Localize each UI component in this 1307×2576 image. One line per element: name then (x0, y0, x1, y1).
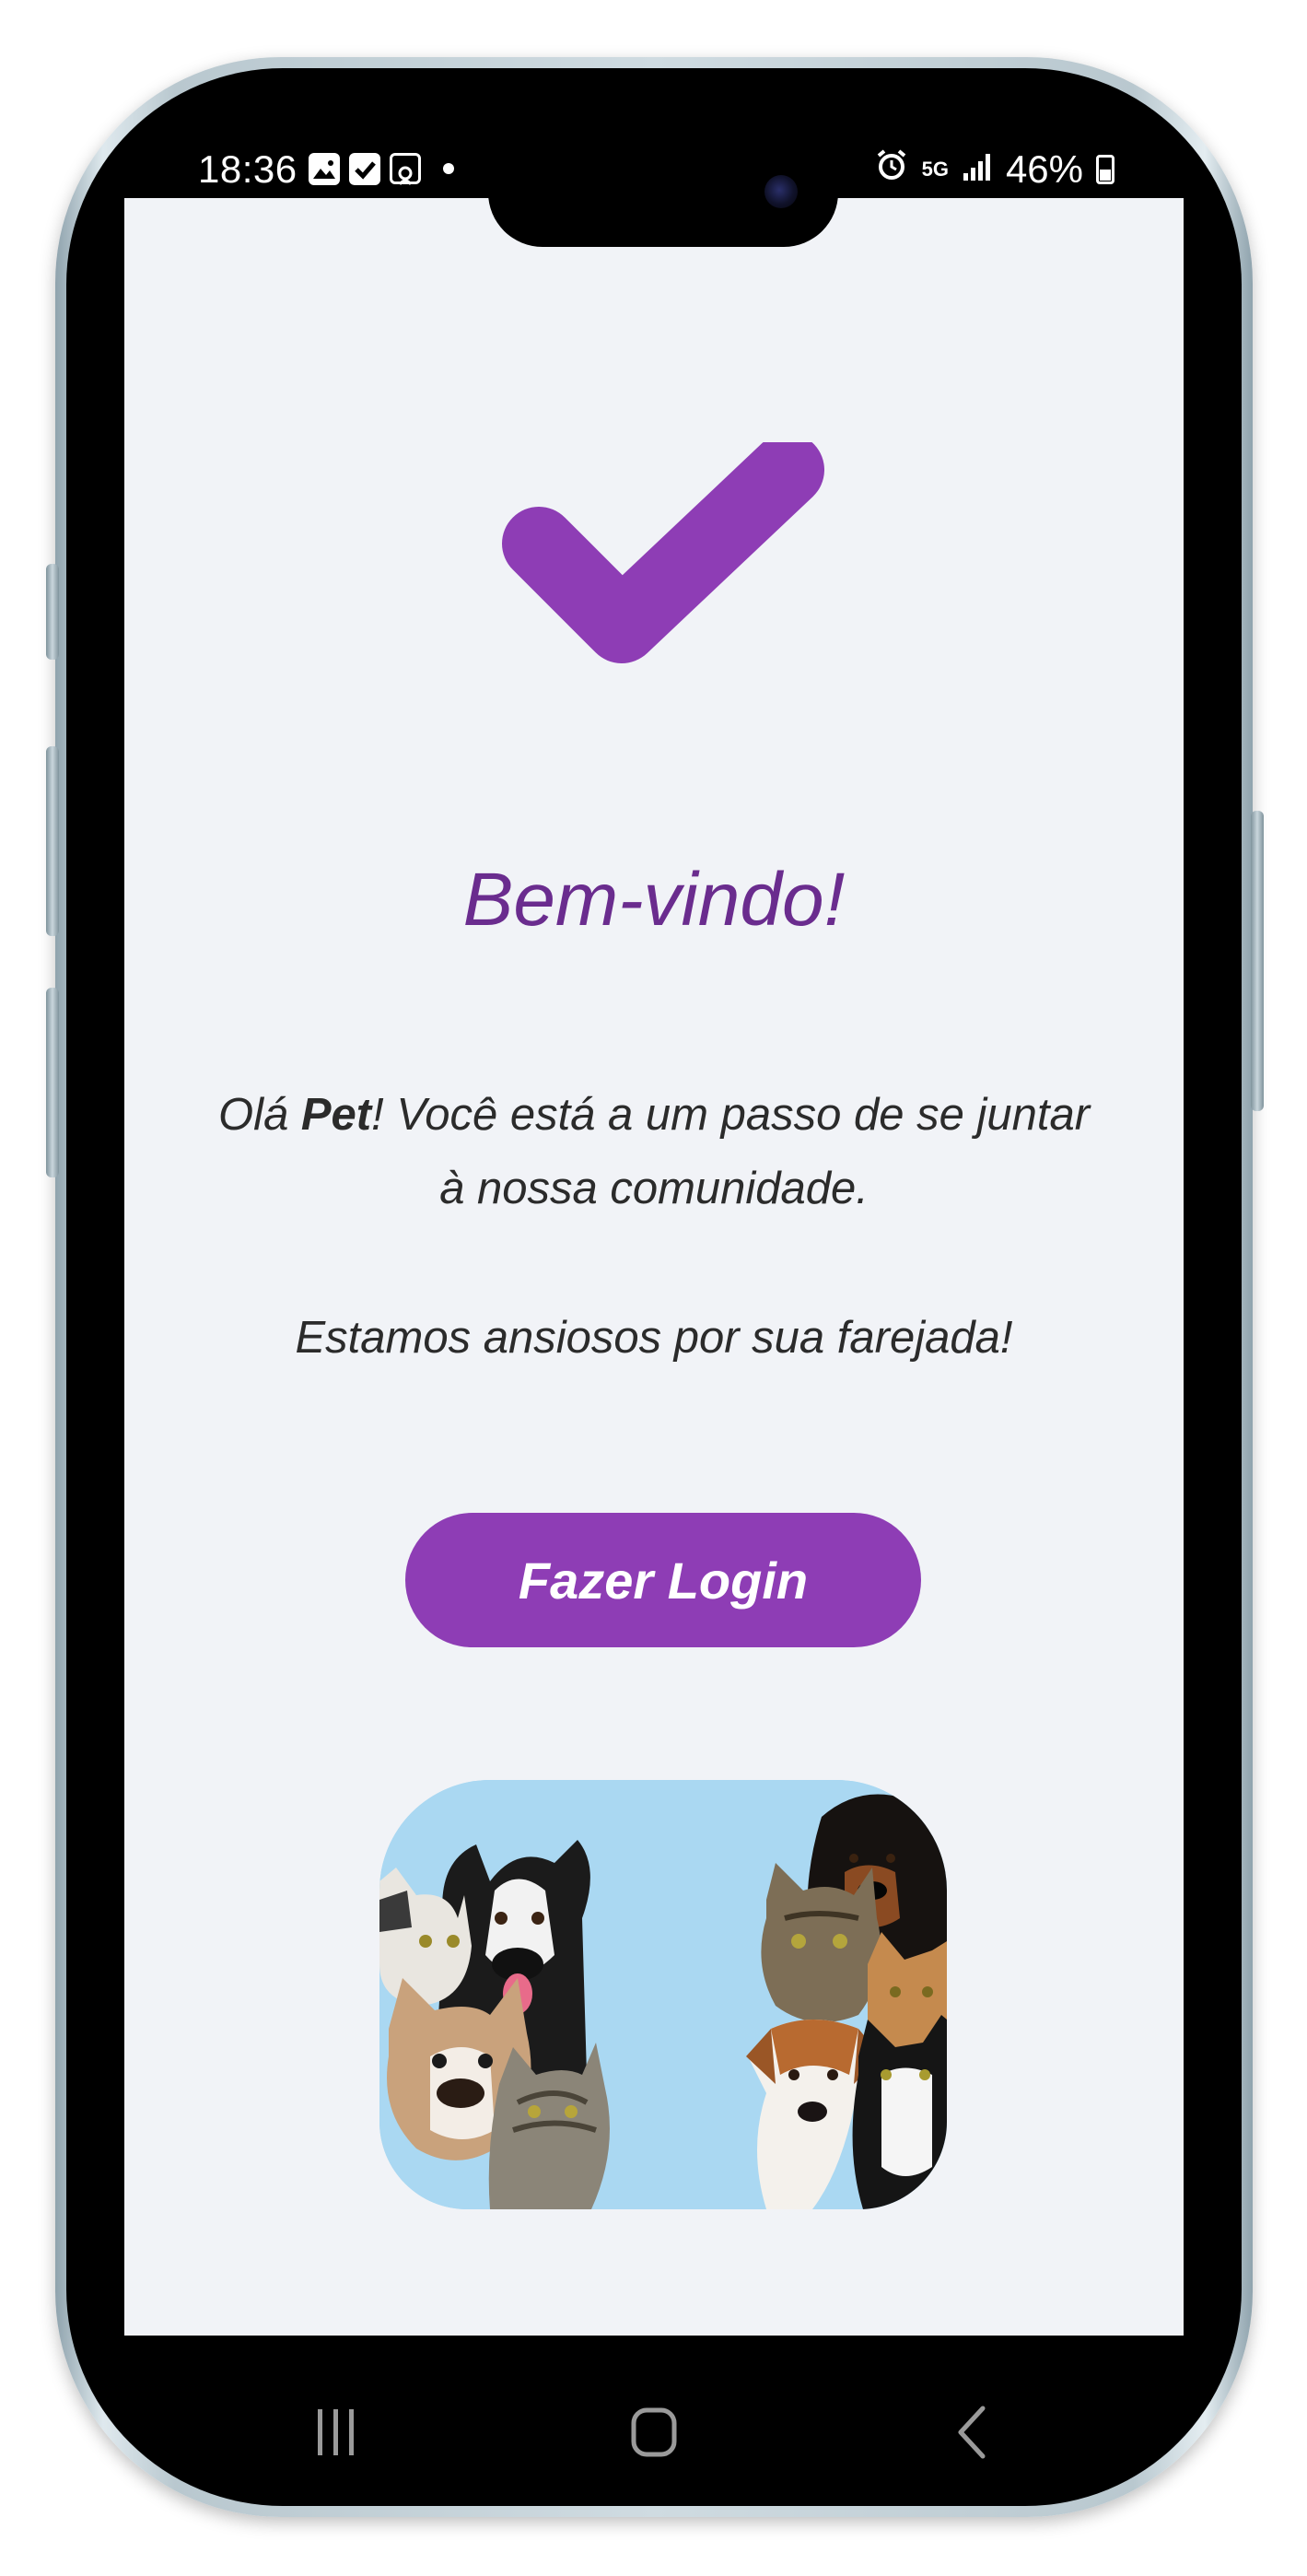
greeting-suffix: ! Você está a um passo de se juntar à no… (371, 1090, 1091, 1213)
home-icon[interactable] (608, 2386, 700, 2478)
system-icons: 5G 46% (874, 147, 1114, 192)
status-time: 18:36 (198, 147, 298, 191)
signal-icon (962, 147, 993, 192)
tagline: Estamos ansiosos por sua farejada! (295, 1313, 1013, 1363)
battery-percent: 46% (1005, 147, 1083, 191)
more-notifications-dot (443, 163, 454, 174)
alarm-icon (874, 147, 909, 192)
welcome-message: Olá Pet! Você está a um passo de se junt… (216, 1078, 1091, 1225)
camera-lens (764, 175, 798, 208)
checkmark-icon (502, 442, 824, 663)
stage: 18:36 5G 46% Bem-vindo! Olá Pet! Você es… (0, 0, 1307, 2576)
user-name: Pet (300, 1090, 372, 1140)
task-check-icon (349, 153, 380, 185)
volume-up-button (46, 746, 59, 936)
login-button[interactable]: Fazer Login (405, 1513, 921, 1647)
system-nav-bar (124, 2368, 1184, 2497)
gallery-icon (309, 153, 340, 185)
network-type: 5G (921, 158, 949, 181)
action-button (46, 564, 59, 660)
battery-icon (1096, 155, 1114, 184)
volume-down-button (46, 988, 59, 1177)
back-icon[interactable] (926, 2386, 1018, 2478)
power-button (1251, 811, 1264, 1111)
notification-icons (309, 153, 454, 185)
pets-illustration (379, 1780, 947, 2209)
pets-image (379, 1780, 947, 2209)
greeting-prefix: Olá (217, 1090, 301, 1140)
page-title: Bem-vindo! (462, 858, 846, 942)
recent-apps-icon[interactable] (290, 2386, 382, 2478)
app-notification-icon (390, 153, 421, 185)
